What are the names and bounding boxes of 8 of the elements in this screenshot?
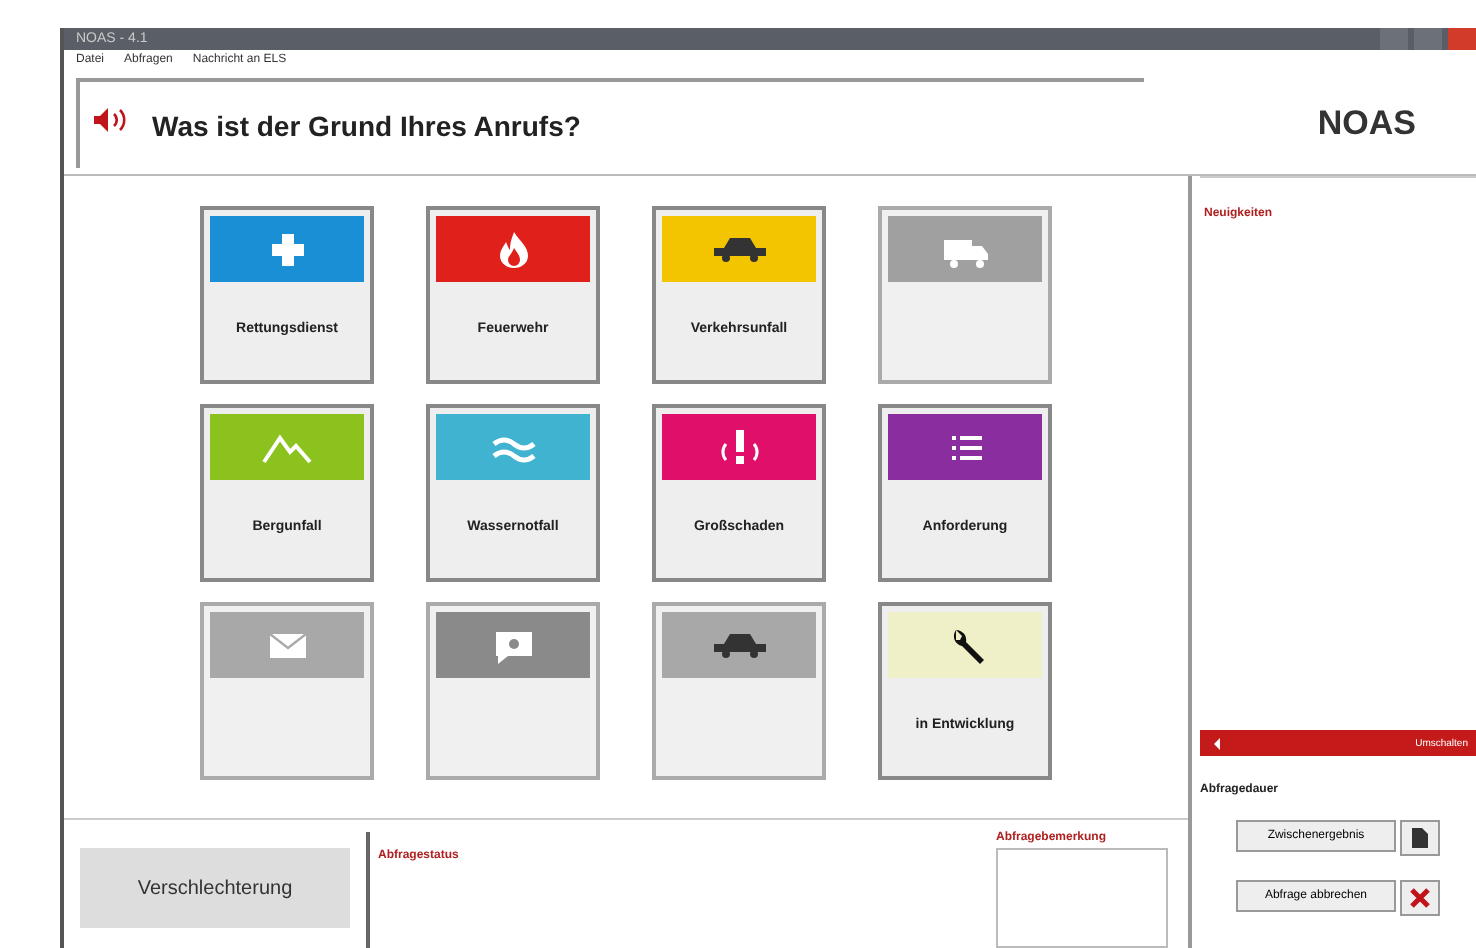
remark-field[interactable]: [996, 848, 1168, 948]
document-icon[interactable]: [1410, 826, 1430, 850]
car-icon: [711, 235, 767, 263]
logo: NOAS: [1317, 103, 1416, 143]
deterioration-button[interactable]: Verschlechterung: [80, 848, 350, 928]
car-icon: [711, 631, 767, 659]
question-text: Was ist der Grund Ihres Anrufs?: [152, 109, 581, 141]
close-icon[interactable]: [1408, 886, 1432, 910]
